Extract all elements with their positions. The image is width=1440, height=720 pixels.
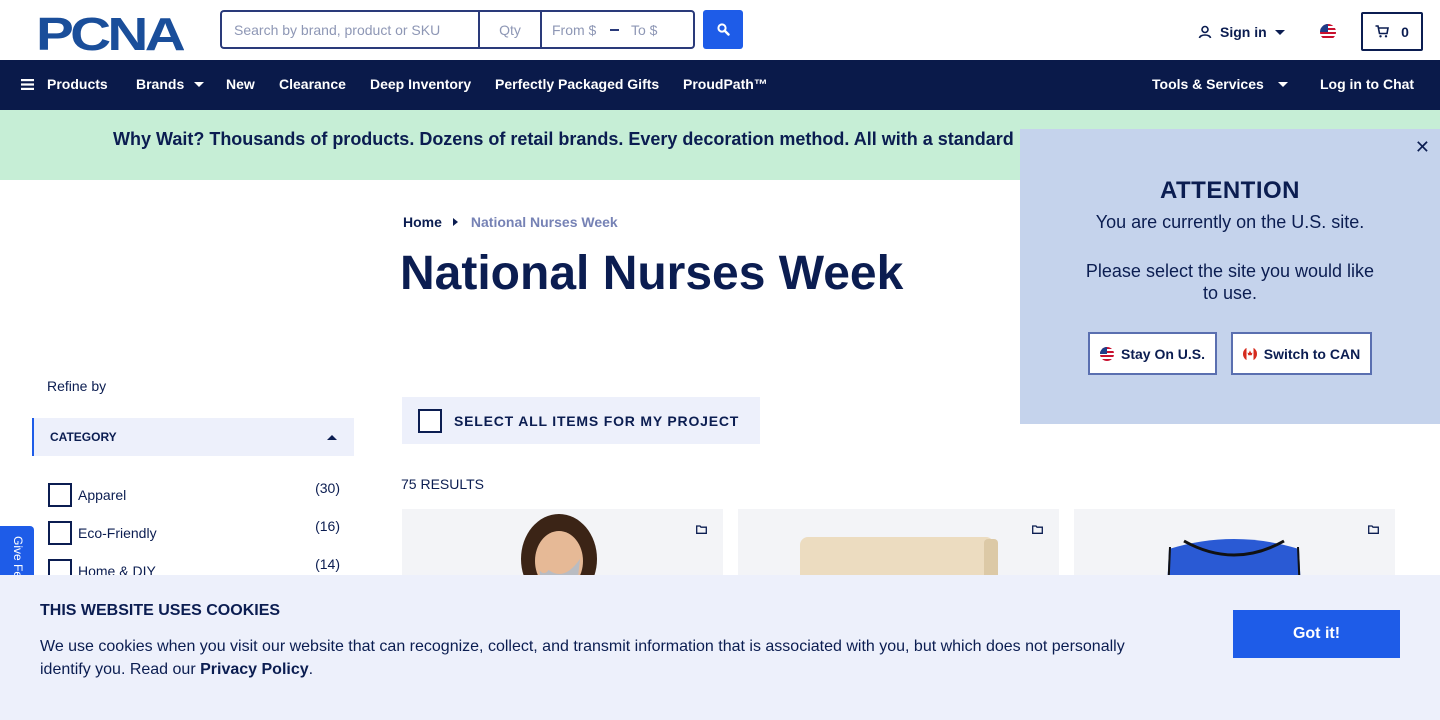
top-header: PCNA Sign in 0 — [0, 0, 1440, 60]
close-icon[interactable]: ✕ — [1415, 137, 1430, 158]
chevron-down-icon — [1274, 29, 1285, 35]
chevron-up-icon — [327, 435, 337, 440]
nav-proudpath-label: ProudPath™ — [683, 76, 768, 92]
facet-label: Apparel — [78, 487, 127, 503]
nav-new[interactable]: New — [226, 76, 255, 92]
chevron-down-icon — [1277, 81, 1288, 87]
facet-count: (30) — [315, 480, 340, 496]
results-count: 75 RESULTS — [401, 476, 484, 492]
breadcrumb: Home National Nurses Week — [403, 214, 618, 230]
nav-products[interactable]: Products — [21, 76, 108, 92]
us-flag-icon — [1099, 346, 1114, 361]
price-from-input[interactable] — [552, 21, 604, 38]
search-input[interactable] — [220, 10, 478, 49]
search-icon — [716, 23, 730, 36]
popup-message: You are currently on the U.S. site. — [1095, 212, 1365, 232]
stay-us-button[interactable]: Stay On U.S. — [1088, 332, 1217, 375]
facet-checkbox[interactable] — [48, 521, 72, 545]
chevron-down-icon — [194, 81, 205, 87]
nav-gifts-label: Perfectly Packaged Gifts — [495, 76, 660, 92]
cookie-period: . — [308, 661, 314, 678]
nav-chat-label: Log in to Chat — [1320, 76, 1415, 92]
folder-icon[interactable] — [1032, 525, 1043, 534]
page-title: National Nurses Week — [400, 247, 904, 300]
breadcrumb-current: National Nurses Week — [470, 214, 618, 230]
promo-text: Why Wait? Thousands of products. Dozens … — [113, 129, 1014, 149]
price-range — [540, 10, 695, 49]
nav-deep-inventory[interactable]: Deep Inventory — [370, 76, 471, 92]
nav-chat-login[interactable]: Log in to Chat — [1320, 76, 1414, 92]
privacy-policy-link[interactable]: Privacy Policy — [200, 661, 309, 678]
refine-label: Refine by — [47, 378, 107, 394]
price-to-input[interactable] — [631, 21, 683, 38]
main-nav: Products Brands New Clearance Deep Inven… — [0, 60, 1440, 110]
search-bar — [220, 10, 695, 49]
facet-checkbox[interactable] — [48, 483, 72, 507]
stay-us-label: Stay On U.S. — [1120, 345, 1206, 362]
facet-label: Eco-Friendly — [78, 525, 157, 541]
popup-prompt: Please select the site you would like to… — [1085, 261, 1375, 303]
facet-count: (14) — [315, 556, 340, 572]
nav-clearance[interactable]: Clearance — [279, 76, 346, 92]
cart-icon — [1375, 25, 1390, 38]
user-icon — [1198, 25, 1212, 39]
chevron-right-icon — [452, 218, 458, 226]
range-dash — [610, 28, 619, 31]
nav-tools-label: Tools & Services — [1152, 76, 1264, 92]
svg-text:PCNA: PCNA — [36, 12, 184, 52]
cookie-text: We use cookies when you visit our websit… — [40, 635, 1150, 681]
facet-apparel[interactable]: Apparel (30) — [48, 480, 340, 507]
search-button[interactable] — [703, 10, 743, 49]
cookie-banner: THIS WEBSITE USES COOKIES We use cookies… — [0, 575, 1440, 720]
nav-deep-inventory-label: Deep Inventory — [370, 76, 472, 92]
nav-new-label: New — [226, 76, 255, 92]
nav-proudpath[interactable]: ProudPath™ — [683, 76, 768, 92]
select-all-label: SELECT ALL ITEMS FOR MY PROJECT — [454, 412, 740, 429]
nav-tools-services[interactable]: Tools & Services — [1152, 76, 1288, 92]
select-all-items[interactable]: SELECT ALL ITEMS FOR MY PROJECT — [402, 397, 760, 444]
popup-title: ATTENTION — [1159, 177, 1301, 204]
facet-count: (16) — [315, 518, 340, 534]
switch-can-label: Switch to CAN — [1263, 345, 1361, 362]
cart-button[interactable]: 0 — [1361, 12, 1423, 51]
sign-in-label: Sign in — [1220, 24, 1267, 40]
cart-count: 0 — [1401, 23, 1409, 40]
switch-can-button[interactable]: Switch to CAN — [1231, 332, 1372, 375]
folder-icon[interactable] — [1368, 525, 1379, 534]
nav-clearance-label: Clearance — [279, 76, 346, 92]
hamburger-icon — [21, 78, 34, 90]
breadcrumb-home[interactable]: Home — [403, 214, 442, 230]
pcna-logo[interactable]: PCNA — [36, 12, 184, 52]
nav-gifts[interactable]: Perfectly Packaged Gifts — [495, 76, 659, 92]
folder-icon[interactable] — [696, 525, 707, 534]
cookie-title: THIS WEBSITE USES COOKIES — [40, 602, 281, 619]
us-flag-icon[interactable] — [1320, 24, 1336, 40]
select-all-checkbox[interactable] — [418, 408, 442, 433]
facet-eco-friendly[interactable]: Eco-Friendly (16) — [48, 518, 340, 545]
nav-products-label: Products — [47, 76, 108, 92]
accept-cookies-button[interactable]: Got it! — [1233, 610, 1400, 658]
qty-input[interactable] — [478, 10, 540, 49]
nav-brands[interactable]: Brands — [136, 76, 205, 92]
category-label: CATEGORY — [50, 430, 117, 444]
canada-flag-icon — [1242, 346, 1257, 361]
nav-brands-label: Brands — [136, 76, 185, 92]
category-filter-header[interactable]: CATEGORY — [32, 418, 354, 456]
site-selector-popup: ✕ ATTENTION You are currently on the U.S… — [1020, 129, 1440, 424]
sign-in-menu[interactable]: Sign in — [1198, 24, 1285, 40]
